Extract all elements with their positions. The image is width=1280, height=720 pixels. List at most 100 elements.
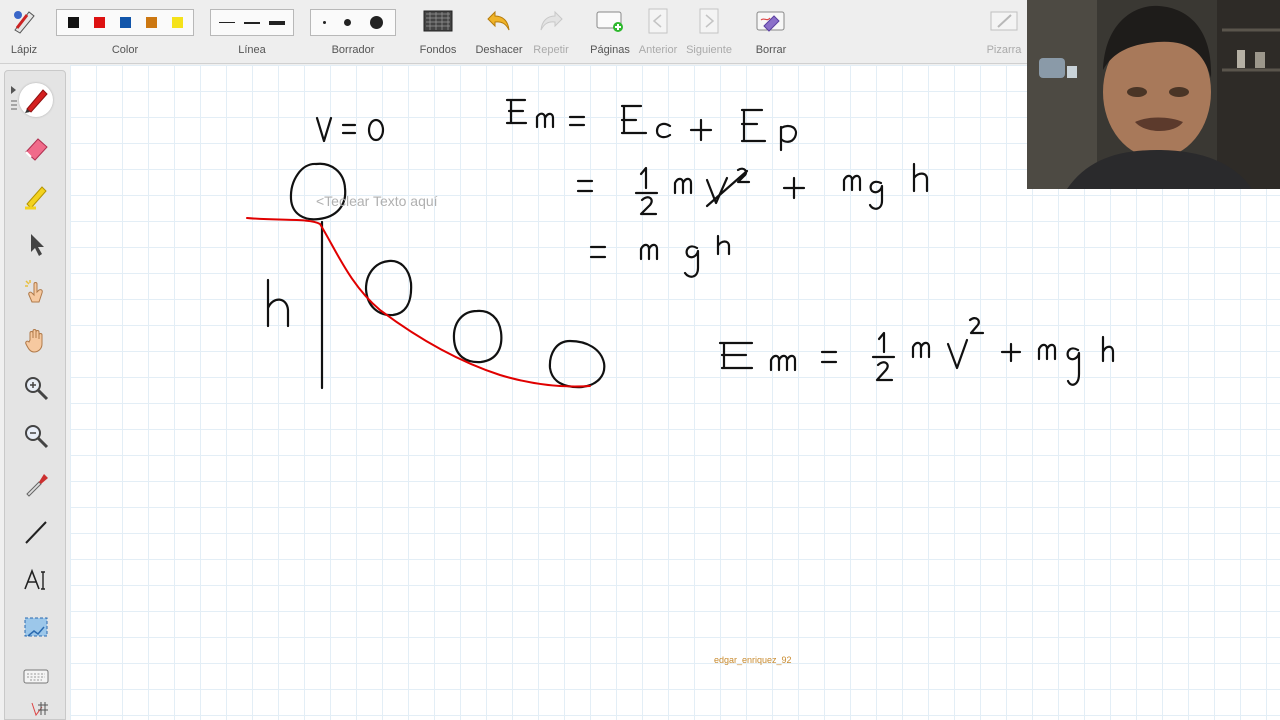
ink-velocity-v	[315, 116, 333, 143]
eyedropper-icon	[26, 474, 48, 497]
line-width-medium[interactable]	[243, 21, 260, 24]
ink-ec-c	[655, 122, 672, 139]
undo-button[interactable]: Deshacer	[472, 0, 526, 64]
ink-eq3-g	[683, 245, 700, 278]
line-icon	[25, 521, 47, 544]
ink-plus-1	[689, 118, 713, 142]
eraser-label: Borrador	[331, 44, 375, 56]
color-swatches	[56, 9, 194, 36]
ink-eq1-equals	[568, 115, 586, 127]
color-label: Color	[111, 44, 139, 56]
ink-ball-2	[364, 259, 413, 317]
eraser-size-medium[interactable]	[344, 19, 352, 26]
grid-tool[interactable]	[19, 699, 53, 719]
ink-velocity-zero	[367, 118, 385, 142]
eraser-icon	[25, 138, 48, 161]
ink-eq4-plus	[1000, 342, 1022, 363]
ink-eq4-m2	[911, 341, 931, 359]
next-page-label: Siguiente	[686, 44, 732, 56]
zoom-in-icon	[25, 377, 49, 401]
webcam-video	[1027, 0, 1280, 189]
ink-ball-4	[548, 339, 606, 389]
keyboard-icon	[23, 669, 49, 684]
hand-icon	[25, 329, 43, 353]
color-swatch-yellow[interactable]	[171, 17, 183, 28]
undo-icon	[484, 6, 514, 36]
watermark-text: edgar_enriquez_92	[714, 655, 792, 665]
tools-sidebar	[4, 70, 66, 720]
backgrounds-icon	[423, 6, 453, 36]
zoom-out-tool[interactable]	[19, 419, 53, 453]
ink-ball-3	[452, 309, 503, 364]
next-page-button[interactable]: Siguiente	[684, 0, 734, 64]
ink-slope-curve	[246, 217, 591, 388]
ink-eq4-square	[968, 317, 985, 335]
ink-ep-e	[740, 108, 767, 143]
color-picker-tool[interactable]	[19, 467, 53, 501]
grid-icon	[31, 702, 48, 717]
redo-icon	[536, 6, 566, 36]
color-group: Color	[54, 0, 196, 64]
previous-page-label: Anterior	[638, 44, 678, 56]
ink-eq3-equals	[589, 245, 607, 259]
text-tool[interactable]	[19, 563, 53, 597]
ink-eq2-g	[868, 180, 884, 210]
ink-eq2-equals	[576, 179, 594, 193]
ink-eq4-m3	[1037, 343, 1057, 361]
highlighter-tool[interactable]	[19, 131, 53, 165]
pencil-label: Lápiz	[10, 44, 38, 56]
color-swatch-blue[interactable]	[119, 17, 131, 28]
ink-eq2-m2	[842, 174, 862, 192]
ink-em-m	[535, 112, 555, 129]
ink-height-h	[266, 278, 290, 328]
ink-ball-1	[289, 162, 347, 221]
line-width-thick[interactable]	[269, 20, 286, 25]
ink-ec-e	[620, 104, 648, 135]
clear-button[interactable]: Borrar	[746, 0, 796, 64]
screenshot-icon	[24, 617, 48, 637]
color-swatch-orange[interactable]	[145, 17, 157, 28]
screenshot-tool[interactable]	[19, 611, 53, 645]
ink-half-one	[639, 166, 648, 190]
redo-label: Repetir	[533, 44, 569, 56]
marker-tool[interactable]	[19, 179, 53, 213]
ink-eq4-g	[1066, 347, 1081, 386]
line-tool[interactable]	[19, 515, 53, 549]
color-swatch-black[interactable]	[67, 17, 79, 28]
sidebar-collapse-handle[interactable]	[9, 83, 19, 117]
ink-eq4-half-two	[875, 361, 894, 382]
ink-ep-p	[779, 124, 798, 152]
pencil-button[interactable]: Lápiz	[0, 0, 48, 64]
ink-velocity-equals	[341, 123, 357, 135]
pen-tool[interactable]	[19, 83, 53, 117]
new-page-icon	[595, 6, 625, 36]
laser-hand-icon	[25, 280, 43, 303]
pen-icon	[25, 89, 48, 113]
keyboard-tool[interactable]	[19, 659, 53, 693]
board-icon	[989, 6, 1019, 36]
ink-eq3-m	[639, 243, 659, 261]
backgrounds-button[interactable]: Fondos	[412, 0, 464, 64]
ink-eq4-e	[718, 341, 754, 370]
eraser-size-small[interactable]	[323, 21, 327, 24]
laser-pointer-tool[interactable]	[19, 275, 53, 309]
pages-button[interactable]: Páginas	[584, 0, 636, 64]
zoom-in-tool[interactable]	[19, 371, 53, 405]
line-width-thin[interactable]	[218, 22, 235, 23]
color-swatch-red[interactable]	[93, 17, 105, 28]
highlighter-icon	[25, 186, 47, 210]
ink-eq4-v	[946, 338, 969, 370]
ink-em-e	[505, 98, 528, 125]
text-input-placeholder[interactable]: <Teclear Texto aquí	[316, 193, 450, 209]
select-tool[interactable]	[19, 227, 53, 261]
board-button[interactable]: Pizarra	[982, 0, 1026, 64]
next-page-icon	[694, 6, 724, 36]
pan-tool[interactable]	[19, 323, 53, 357]
board-label: Pizarra	[986, 44, 1022, 56]
redo-button[interactable]: Repetir	[526, 0, 576, 64]
ink-half-two	[639, 196, 658, 216]
pencil-icon	[9, 6, 39, 36]
previous-page-button[interactable]: Anterior	[636, 0, 680, 64]
eraser-size-large[interactable]	[369, 16, 383, 29]
ink-eq4-h	[1101, 335, 1115, 363]
